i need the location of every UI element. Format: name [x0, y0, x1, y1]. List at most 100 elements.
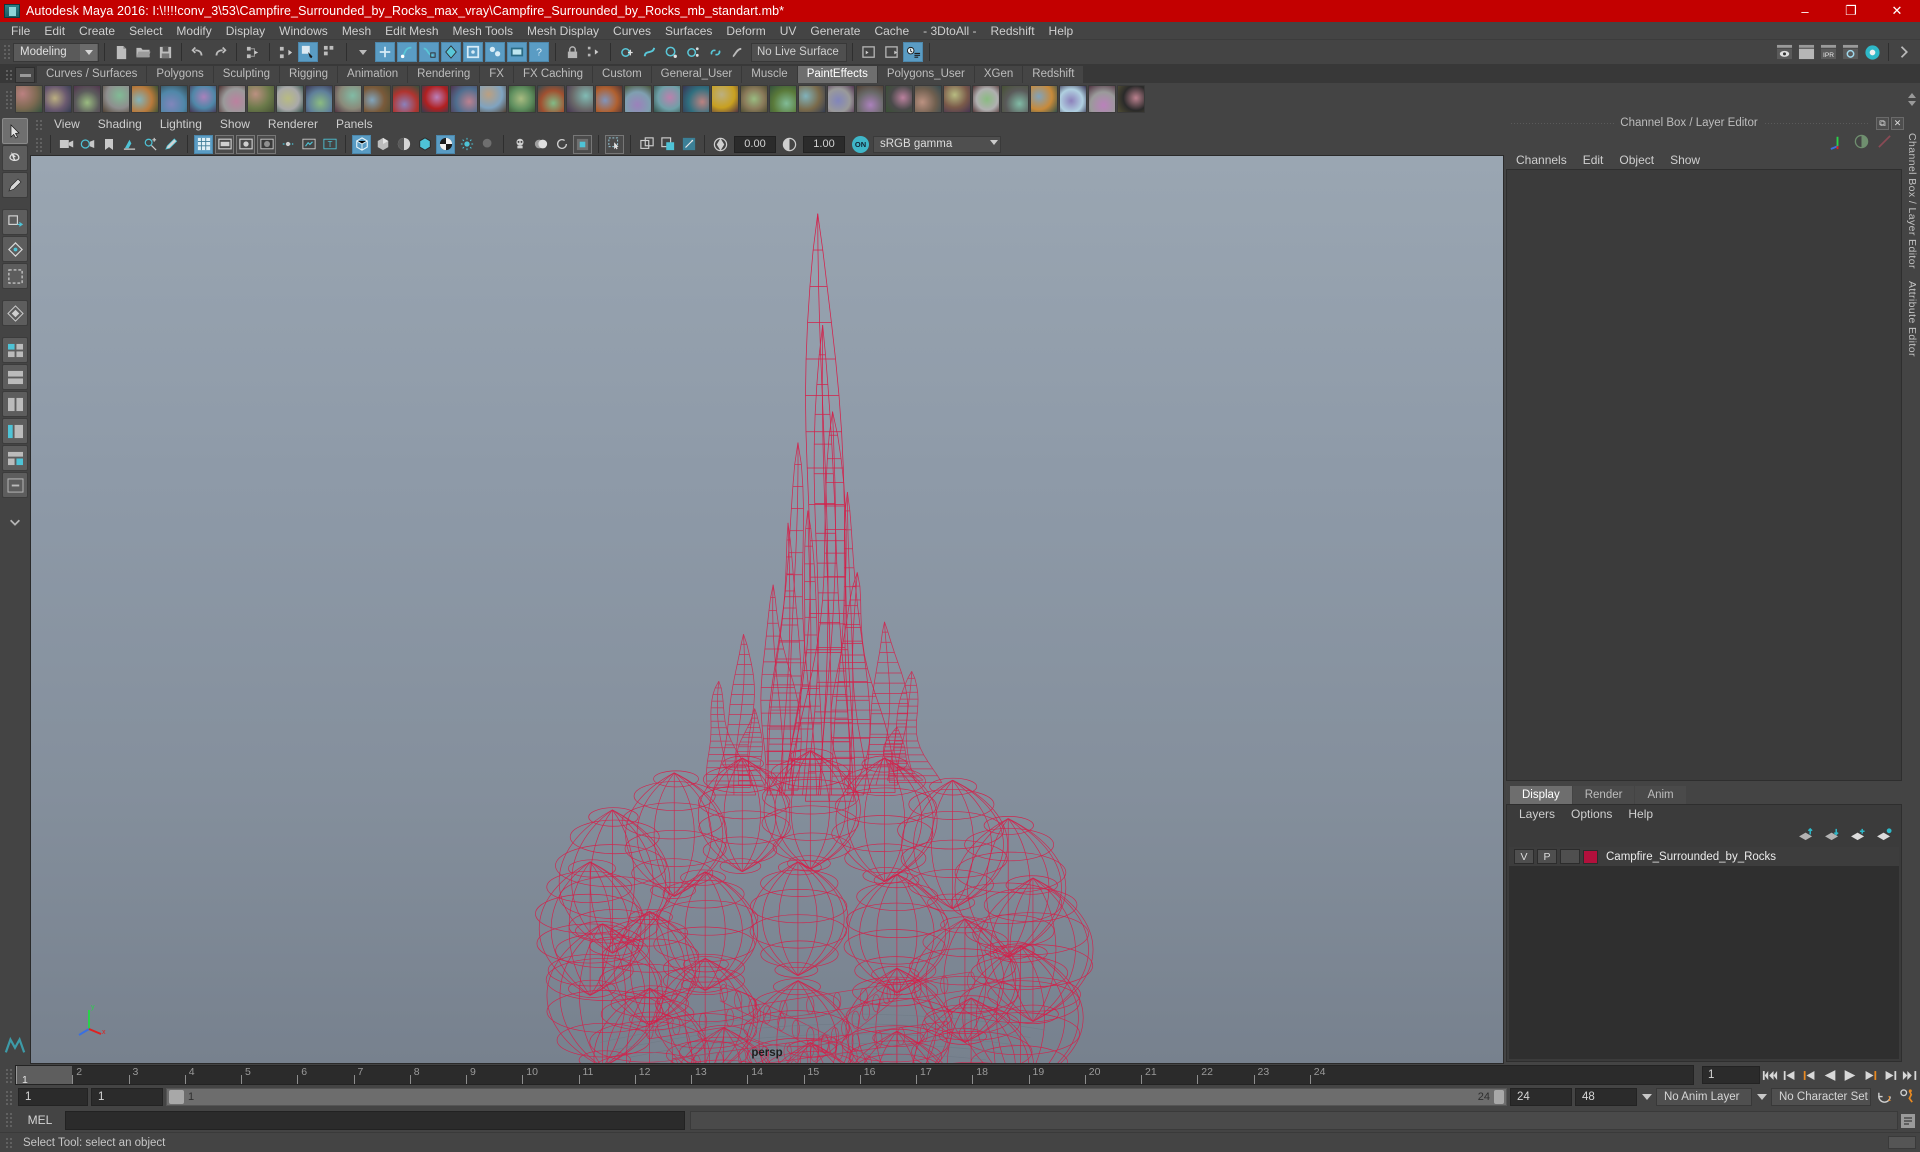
- shelf-button-29[interactable]: [856, 85, 884, 113]
- screenshot-icon[interactable]: [679, 135, 698, 154]
- deformer-mask-icon[interactable]: [441, 42, 461, 62]
- undock-panel-icon[interactable]: ⧉: [1876, 116, 1890, 130]
- command-input[interactable]: [65, 1110, 685, 1130]
- layer-menu-layers[interactable]: Layers: [1511, 805, 1563, 823]
- textured-icon[interactable]: [415, 135, 434, 154]
- viewport-isolate-icon[interactable]: [573, 134, 592, 154]
- shelf-button-33[interactable]: [972, 85, 1000, 113]
- shelf-button-26[interactable]: [769, 85, 797, 113]
- menu-item-mesh-display[interactable]: Mesh Display: [520, 22, 606, 40]
- viewport-toolbar-grip[interactable]: [34, 136, 42, 152]
- snap-to-grid-icon[interactable]: [617, 42, 637, 62]
- menu-item-select[interactable]: Select: [122, 22, 169, 40]
- menu-item-generate[interactable]: Generate: [803, 22, 867, 40]
- menu-set-dropdown[interactable]: Modeling: [13, 42, 99, 62]
- shelf-button-14[interactable]: [421, 85, 449, 113]
- shelf-button-1[interactable]: [44, 85, 72, 113]
- shelf-button-3[interactable]: [102, 85, 130, 113]
- viewport-menu-grip[interactable]: [34, 117, 42, 131]
- viewport-menu-shading[interactable]: Shading: [89, 115, 151, 133]
- gate-mask-icon[interactable]: [257, 134, 276, 154]
- ipr-render-icon[interactable]: IPR: [1818, 42, 1838, 62]
- shelf-button-0[interactable]: [15, 85, 43, 113]
- shelf-button-38[interactable]: [1117, 85, 1145, 113]
- shelf-button-35[interactable]: [1030, 85, 1058, 113]
- time-slider-track[interactable]: 1234567891011121314151617181920212223241: [15, 1065, 1694, 1085]
- shelf-tab-polygons[interactable]: Polygons: [147, 66, 213, 83]
- play-forwards-button[interactable]: [1841, 1066, 1859, 1084]
- hypershade-icon[interactable]: [1862, 42, 1882, 62]
- persp-viewport[interactable]: y x persp: [30, 155, 1504, 1064]
- snap-to-point-icon[interactable]: [661, 42, 681, 62]
- shelf-button-17[interactable]: [508, 85, 536, 113]
- range-start-field[interactable]: 1: [91, 1088, 163, 1106]
- layer-playback-toggle[interactable]: P: [1537, 849, 1557, 864]
- half-circle-icon[interactable]: [1854, 134, 1869, 149]
- shelf-button-16[interactable]: [479, 85, 507, 113]
- shelf-button-21[interactable]: [624, 85, 652, 113]
- shelf-row-grip[interactable]: [4, 89, 12, 109]
- lasso-tool-button[interactable]: [2, 145, 28, 171]
- viewport-menu-panels[interactable]: Panels: [327, 115, 382, 133]
- snap-to-projected-center-icon[interactable]: [683, 42, 703, 62]
- move-layer-down-icon[interactable]: [1824, 828, 1841, 841]
- select-tool-button[interactable]: [2, 118, 28, 144]
- shelf-button-15[interactable]: [450, 85, 478, 113]
- viewport-menu-view[interactable]: View: [45, 115, 89, 133]
- shelf-button-30[interactable]: [885, 85, 913, 113]
- new-layer-from-selected-icon[interactable]: [1876, 827, 1893, 841]
- shelf-button-13[interactable]: [392, 85, 420, 113]
- select-camera-icon[interactable]: [57, 135, 76, 154]
- side-tab-channel-box[interactable]: Channel Box / Layer Editor: [1906, 133, 1918, 269]
- two-d-pan-zoom-icon[interactable]: [141, 135, 160, 154]
- redo-icon[interactable]: [210, 42, 230, 62]
- resolution-gate-icon[interactable]: [236, 134, 255, 154]
- anim-start-field[interactable]: 1: [18, 1088, 88, 1106]
- menu-item-help[interactable]: Help: [1042, 22, 1081, 40]
- curve-mask-icon[interactable]: [397, 42, 417, 62]
- snap-to-curve-icon[interactable]: [639, 42, 659, 62]
- layout-single-button[interactable]: [2, 337, 28, 363]
- snap-to-view-plane-icon[interactable]: [705, 42, 725, 62]
- shelf-button-10[interactable]: [305, 85, 333, 113]
- xray-shading-icon[interactable]: [510, 135, 529, 154]
- render-settings-icon[interactable]: [1840, 42, 1860, 62]
- maximize-button[interactable]: ❐: [1828, 0, 1874, 22]
- select-constraint-icon[interactable]: [584, 42, 604, 62]
- shelf-tab-fx[interactable]: FX: [480, 66, 513, 83]
- menu-item-edit-mesh[interactable]: Edit Mesh: [378, 22, 445, 40]
- layer-editor-tab-display[interactable]: Display: [1510, 786, 1572, 804]
- snap-grid-button[interactable]: [2, 300, 28, 326]
- layer-editor-tab-render[interactable]: Render: [1572, 786, 1635, 804]
- channel-box-menu-show[interactable]: Show: [1662, 151, 1708, 169]
- shelf-tab-muscle[interactable]: Muscle: [742, 66, 797, 83]
- shelf-button-7[interactable]: [218, 85, 246, 113]
- sidebar-toggle-icon[interactable]: [1895, 42, 1915, 62]
- minimize-button[interactable]: –: [1782, 0, 1828, 22]
- current-frame-field[interactable]: 1: [1702, 1066, 1760, 1084]
- viewport-menu-renderer[interactable]: Renderer: [259, 115, 327, 133]
- step-forward-keyframe-button[interactable]: [1881, 1066, 1899, 1084]
- live-surface-field[interactable]: No Live Surface: [751, 42, 847, 62]
- channel-box-menu-channels[interactable]: Channels: [1508, 151, 1575, 169]
- menu-item-file[interactable]: File: [4, 22, 37, 40]
- xray-active-components-icon[interactable]: [531, 135, 550, 154]
- menu-item-uv[interactable]: UV: [773, 22, 804, 40]
- layout-hypershade-button[interactable]: [2, 445, 28, 471]
- handle-mask-icon[interactable]: [375, 42, 395, 62]
- wireframe-shading-icon[interactable]: [352, 134, 371, 154]
- menu-item-deform[interactable]: Deform: [719, 22, 772, 40]
- go-to-start-button[interactable]: [1761, 1066, 1779, 1084]
- camera-attributes-icon[interactable]: [78, 135, 97, 154]
- menu-item-display[interactable]: Display: [219, 22, 272, 40]
- shelf-button-8[interactable]: [247, 85, 275, 113]
- render-current-frame-icon[interactable]: [1774, 42, 1794, 62]
- select-hierarchy-icon[interactable]: [243, 42, 263, 62]
- character-set-chevron-icon[interactable]: [1755, 1088, 1768, 1106]
- color-management-toggle[interactable]: ON: [852, 135, 869, 153]
- menu-item-windows[interactable]: Windows: [272, 22, 335, 40]
- shelf-tab-animation[interactable]: Animation: [338, 66, 408, 83]
- viewport-menu-show[interactable]: Show: [211, 115, 259, 133]
- close-panel-icon[interactable]: ✕: [1891, 116, 1905, 130]
- shelf-button-25[interactable]: [740, 85, 768, 113]
